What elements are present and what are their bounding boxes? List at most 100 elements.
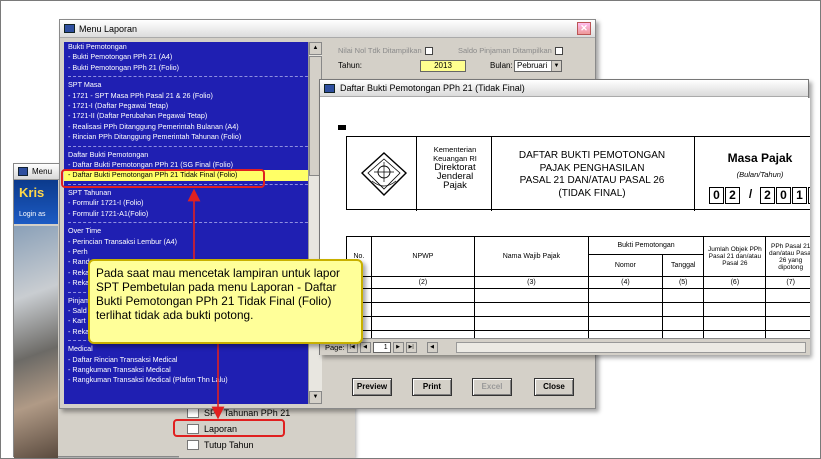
menu-item-tutup-tahun[interactable]: Tutup Tahun — [187, 438, 254, 452]
header-divider — [416, 137, 417, 211]
menu-laporan-title: Menu Laporan — [79, 23, 138, 34]
menu-laporan-titlebar: Menu Laporan — [60, 20, 595, 38]
print-button[interactable]: Print — [412, 378, 452, 396]
app-icon — [18, 167, 28, 176]
masa-digit: 2 — [725, 187, 740, 204]
col-header-nomor: Nomor — [587, 254, 664, 277]
masa-digit: 2 — [760, 187, 775, 204]
scroll-left-icon[interactable]: ◀ — [426, 341, 438, 353]
checkbox-icon[interactable] — [424, 46, 433, 55]
close-button[interactable]: Close — [534, 378, 574, 396]
section-header: Bukti Pemotongan — [68, 42, 127, 51]
window-icon — [64, 24, 75, 33]
col-header-jumlah-objek: Jumlah Objek PPh Pasal 21 dan/atau Pasal… — [703, 236, 767, 277]
report-list: Bukti Pemotongan - Bukti Pemotongan PPh 2… — [64, 42, 322, 404]
ministry-seal-icon — [360, 152, 408, 196]
section-divider — [68, 145, 318, 147]
col-number: (4) — [587, 276, 664, 289]
report-list-item[interactable]: - Formulir 1721-A1(Folio) — [64, 209, 322, 219]
report-list-item[interactable]: - Perh — [64, 247, 322, 257]
masa-digit: 1 — [792, 187, 807, 204]
app-banner: Kris Login as — [14, 180, 58, 224]
report-list-item[interactable]: - 1721-II (Daftar Perubahan Pegawai Teta… — [64, 111, 322, 121]
ministry-label: Kementerian Keuangan RI Direktorat Jende… — [433, 145, 477, 191]
report-list-item[interactable]: - Rangkuman Transaksi Medical — [64, 365, 322, 375]
highlight-laporan-menu — [173, 419, 285, 437]
col-number: (3) — [474, 276, 589, 289]
horizontal-scrollbar[interactable] — [456, 342, 806, 353]
col-header-nama: Nama Wajib Pajak — [474, 236, 589, 277]
checkbox-icon[interactable] — [554, 46, 563, 55]
menu-box-icon — [187, 408, 199, 418]
section-header: Over Time — [68, 226, 102, 236]
report-list-item[interactable]: - 1721 - SPT Masa PPh Pasal 21 & 26 (Fol… — [64, 91, 322, 101]
section-header: SPT Masa — [68, 80, 102, 90]
col-number: (2) — [370, 276, 476, 289]
annotation-callout: Pada saat mau mencetak lampiran untuk la… — [88, 259, 363, 344]
report-list-item[interactable]: - Realisasi PPh Ditanggung Pemerintah Bu… — [64, 122, 322, 132]
report-list-item[interactable]: - Rangkuman Transaksi Medical (Plafon Th… — [64, 375, 322, 385]
tahun-input[interactable]: 2013 — [420, 60, 466, 72]
page-number-input[interactable]: 1 — [372, 341, 391, 353]
table-row — [346, 302, 810, 317]
nilai-nol-checkbox[interactable]: Nilai Nol Tdk Ditampilkan — [338, 46, 433, 55]
report-list-item[interactable]: - Bukti Pemotongan PPh 21 (Folio) — [64, 63, 322, 73]
section-header: SPT Tahunan — [68, 187, 112, 197]
tahun-label: Tahun: — [338, 61, 363, 70]
report-list-item[interactable]: - Formulir 1721-I (Folio) — [64, 198, 322, 208]
decorative-photo — [14, 226, 58, 458]
preview-button[interactable]: Preview — [352, 378, 392, 396]
report-list-item[interactable]: - Bukti Pemotongan PPh 21 (A4) — [64, 52, 322, 62]
table-row — [346, 330, 810, 338]
report-preview-titlebar: Daftar Bukti Pemotongan PPh 21 (Tidak Fi… — [320, 80, 808, 97]
report-list-item[interactable]: - Perincian Transaksi Lembur (A4) — [64, 237, 322, 247]
masa-digit: 0 — [709, 187, 724, 204]
login-label: Login as — [19, 211, 46, 218]
screenshot-frame: Menu Kris Login as SPT Tahunan PPh 21 La… — [0, 0, 821, 459]
bukti-potong-table: No. NPWP Nama Wajib Pajak Bukti Pemotong… — [346, 236, 810, 338]
report-list-item[interactable]: - 1721-I (Daftar Pegawai Tetap) — [64, 101, 322, 111]
report-navigation-bar: Page: |◀ ◀ 1 ▶ ▶| ◀ — [320, 338, 810, 355]
col-number: (7) — [765, 276, 810, 289]
section-divider — [68, 222, 318, 224]
section-header: Daftar Bukti Pemotongan — [68, 149, 149, 159]
last-page-icon[interactable]: ▶| — [405, 341, 417, 353]
highlight-selected-report — [61, 169, 265, 188]
report-list-item[interactable]: - Rincian PPh Ditanggung Pemerintah Tahu… — [64, 132, 322, 142]
col-number: (6) — [703, 276, 767, 289]
table-row — [346, 316, 810, 331]
report-header-box: Kementerian Keuangan RI Direktorat Jende… — [346, 136, 810, 211]
table-row — [346, 288, 810, 303]
page-marker — [338, 125, 346, 130]
report-preview-window: Daftar Bukti Pemotongan PPh 21 (Tidak Fi… — [319, 79, 810, 355]
col-header-tanggal: Tanggal — [662, 254, 705, 277]
next-page-icon[interactable]: ▶ — [392, 341, 404, 353]
bulan-label: Bulan: — [490, 61, 513, 70]
col-header-bukti: Bukti Pemotongan — [587, 236, 705, 255]
prev-page-icon[interactable]: ◀ — [359, 341, 371, 353]
report-list-item[interactable]: - Daftar Rincian Transaksi Medical — [64, 355, 322, 365]
masa-pajak-subtitle: (Bulan/Tahun) — [736, 170, 784, 179]
masa-digit: 0 — [776, 187, 791, 204]
brand-logo-text: Kris — [19, 185, 45, 200]
chevron-down-icon[interactable]: ▼ — [551, 61, 561, 71]
masa-digit: 3 — [808, 187, 810, 204]
masa-digit-separator: / — [748, 187, 753, 201]
col-header-pph: PPh Pasal 21 dan/atau Pasal 26 yang dipo… — [765, 236, 810, 277]
scroll-down-icon[interactable]: ▼ — [309, 391, 322, 404]
col-number: (5) — [662, 276, 705, 289]
bulan-select[interactable]: Pebruari ▼ — [514, 60, 562, 72]
menu-box-icon — [187, 440, 199, 450]
section-divider — [68, 76, 318, 78]
col-header-npwp: NPWP — [370, 236, 476, 277]
background-app-title: Menu — [32, 167, 53, 176]
saldo-pinjaman-checkbox[interactable]: Saldo Pinjaman Ditampilkan — [458, 46, 563, 55]
excel-button[interactable]: Excel — [472, 378, 512, 396]
masa-pajak-title: Masa Pajak — [727, 151, 793, 165]
report-page: Kementerian Keuangan RI Direktorat Jende… — [320, 98, 810, 338]
section-header: Medical — [68, 344, 93, 354]
document-title: DAFTAR BUKTI PEMOTONGAN PAJAK PENGHASILA… — [518, 150, 666, 199]
report-preview-title: Daftar Bukti Pemotongan PPh 21 (Tidak Fi… — [340, 83, 525, 93]
close-window-button[interactable]: ✕ — [577, 22, 591, 35]
scroll-up-icon[interactable]: ▲ — [309, 42, 322, 55]
